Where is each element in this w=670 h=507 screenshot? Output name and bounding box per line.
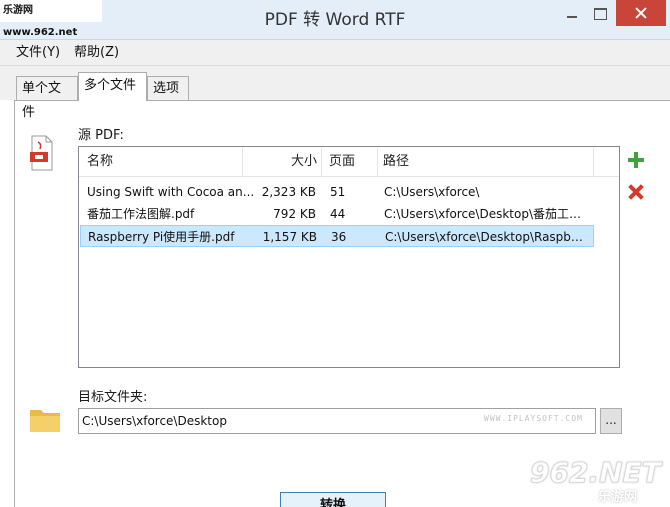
menu-help[interactable]: 帮助(Z) [74, 40, 119, 66]
tab-multiple-files[interactable]: 多个文件 [78, 72, 147, 101]
remove-file-icon[interactable] [628, 184, 644, 200]
file-row[interactable]: Using Swift with Cocoa an... 2,323 KB 51… [80, 181, 594, 203]
tab-single-file[interactable]: 单个文件 [16, 76, 78, 120]
file-row[interactable]: 番茄工作法图解.pdf 792 KB 44 C:\Users\xforce\De… [80, 203, 594, 225]
column-header-size[interactable]: 大小 [291, 147, 317, 177]
watermark-logo-subtext: 乐游网 [598, 490, 638, 505]
file-size: 1,157 KB [262, 230, 317, 244]
target-folder-label: 目标文件夹: [78, 390, 148, 405]
close-button[interactable] [616, 0, 666, 26]
title-bar: PDF 转 Word RTF 乐游网 www.962.net [0, 0, 670, 40]
column-header-pages[interactable]: 页面 [329, 147, 355, 177]
menu-bar: 文件(Y) 帮助(Z) [0, 40, 670, 66]
file-path: C:\Users\xforce\Desktop\番茄工作... [384, 207, 589, 221]
file-pages: 36 [331, 230, 347, 244]
file-row-selected[interactable]: Raspberry Pi使用手册.pdf 1,157 KB 36 C:\User… [80, 225, 594, 247]
site-watermark: 乐游网 www.962.net [0, 0, 102, 38]
column-separator[interactable] [321, 147, 322, 177]
convert-button[interactable]: 转换 [280, 492, 386, 507]
input-watermark: WWW.IPLAYSOFT.COM [484, 414, 583, 423]
file-path: C:\Users\xforce\ [384, 185, 480, 199]
file-pages: 44 [330, 207, 346, 221]
file-path: C:\Users\xforce\Desktop\Raspberry... [385, 230, 590, 244]
file-size: 792 KB [273, 207, 316, 221]
column-header-path[interactable]: 路径 [383, 147, 409, 177]
pdf-file-icon [30, 135, 53, 171]
watermark-logo-text: 962.NET [530, 456, 662, 490]
browse-button[interactable]: ... [600, 408, 622, 434]
file-size: 2,323 KB [261, 185, 316, 199]
file-pages: 51 [330, 185, 346, 199]
column-separator[interactable] [593, 147, 594, 177]
add-file-icon[interactable] [628, 152, 644, 168]
site-logo-watermark: 962.NET 乐游网 [530, 456, 666, 506]
pdf-file-list[interactable]: 名称 大小 页面 路径 Using Swift with Cocoa an...… [78, 146, 620, 368]
list-header: 名称 大小 页面 路径 [79, 147, 619, 177]
folder-icon [30, 410, 60, 432]
column-separator[interactable] [377, 147, 378, 177]
maximize-button[interactable] [580, 0, 620, 26]
column-header-name[interactable]: 名称 [87, 147, 113, 177]
source-pdf-label: 源 PDF: [78, 128, 124, 143]
column-separator[interactable] [242, 147, 243, 177]
tab-options[interactable]: 选项 [147, 76, 189, 100]
menu-file[interactable]: 文件(Y) [16, 40, 60, 66]
